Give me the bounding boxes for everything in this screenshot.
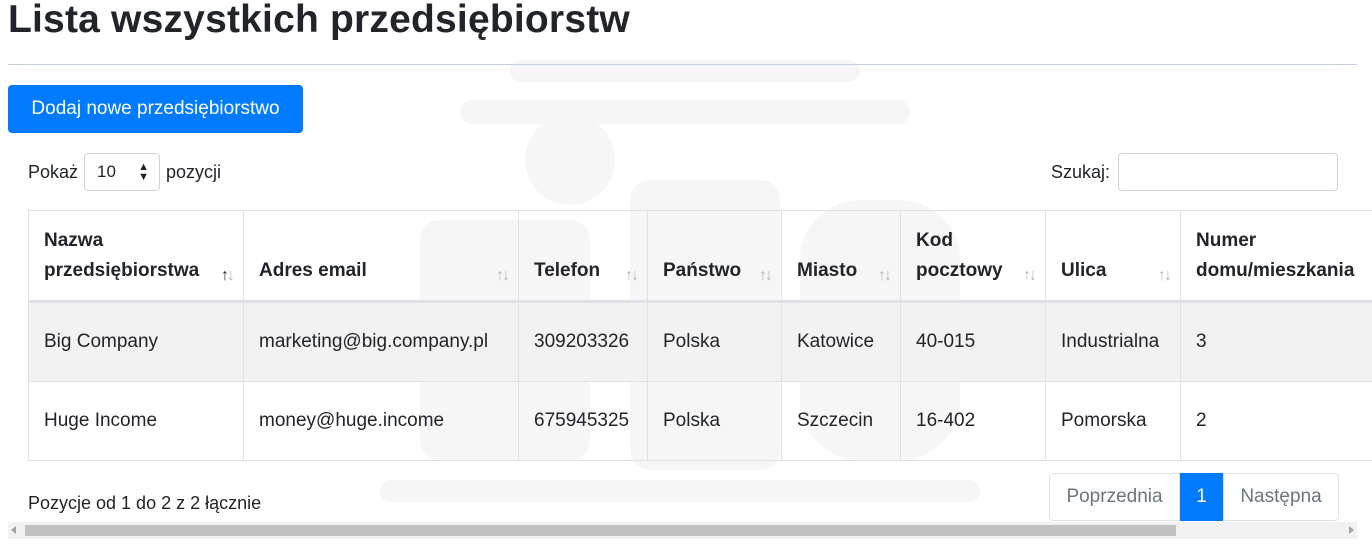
cell-city: Szczecin [781,381,901,461]
column-header-line1: Kod [916,229,953,251]
column-header-line2: domu/mieszkania [1196,259,1355,281]
cell-country: Polska [647,381,782,461]
search-input[interactable] [1118,153,1338,191]
column-header-line2: Telefon [534,259,601,281]
cell-house-number: 3 [1180,301,1372,382]
horizontal-scrollbar[interactable] [8,522,1357,539]
table-info-text: Pozycje od 1 do 2 z 2 łącznie [28,493,262,513]
companies-table-wrapper: Nazwa przedsiębiorstwa ↑↓ Adres email ↑↓ Te… [28,210,1372,463]
column-header-line2: Adres email [259,259,367,281]
cell-city: Katowice [781,301,901,382]
column-header-line1: Numer [1196,229,1257,251]
page-length-value: 10 [97,162,116,181]
sort-icon: ↑↓ [625,267,639,284]
cell-postal-code: 40-015 [900,301,1046,382]
cell-street: Industrialna [1045,301,1181,382]
sort-icon: ↑↓ [759,267,773,284]
pagination: Poprzednia 1 Następna [1049,473,1339,521]
table-row: Huge Income money@huge.income 675945325 … [28,381,1372,461]
page-length-control: Pokaż 10 ▲ ▼ pozycji [28,153,221,191]
sort-icon: ↑↓ [221,267,235,284]
cell-email: marketing@big.company.pl [243,301,519,382]
column-header-postal-code[interactable]: Kod pocztowy ↑↓ [900,210,1046,303]
sort-icon: ↑↓ [1023,267,1037,284]
title-divider [8,64,1357,65]
page-1-button[interactable]: 1 [1180,473,1223,521]
column-header-name[interactable]: Nazwa przedsiębiorstwa ↑↓ [28,210,244,303]
column-header-line2: przedsiębiorstwa [44,259,200,281]
length-prefix-label: Pokaż [28,161,79,182]
cell-country: Polska [647,301,782,382]
column-header-street[interactable]: Ulica ↑↓ [1045,210,1181,303]
column-header-line2: Państwo [663,259,742,281]
cell-house-number: 2 [1180,381,1372,461]
search-control: Szukaj: [1051,153,1338,191]
column-header-line2: Ulica [1061,259,1107,281]
add-company-button[interactable]: Dodaj nowe przedsiębiorstwo [8,85,303,133]
sort-icon: ↑↓ [496,267,510,284]
column-header-line2: pocztowy [916,259,1003,281]
next-page-button[interactable]: Następna [1223,473,1339,521]
cell-postal-code: 16-402 [900,381,1046,461]
cell-email: money@huge.income [243,381,519,461]
companies-table: Nazwa przedsiębiorstwa ↑↓ Adres email ↑↓ Te… [28,210,1372,461]
previous-page-button[interactable]: Poprzednia [1049,473,1180,521]
table-row: Big Company marketing@big.company.pl 309… [28,301,1372,382]
column-header-house-number[interactable]: Numer domu/mieszkania [1180,210,1372,303]
scroll-right-arrow-icon[interactable] [1349,526,1354,534]
column-header-phone[interactable]: Telefon ↑↓ [518,210,648,303]
sort-icon: ↑↓ [878,267,892,284]
search-label: Szukaj: [1050,161,1110,182]
cell-phone: 309203326 [518,301,648,382]
length-suffix-label: pozycji [166,161,222,182]
scroll-left-arrow-icon[interactable] [11,526,16,534]
column-header-email[interactable]: Adres email ↑↓ [243,210,519,303]
cell-street: Pomorska [1045,381,1181,461]
sort-icon: ↑↓ [1158,267,1172,284]
page-title: Lista wszystkich przedsiębiorstw [8,0,630,41]
column-header-line1: Nazwa [44,229,104,251]
table-header-row: Nazwa przedsiębiorstwa ↑↓ Adres email ↑↓ Te… [28,210,1372,303]
page-length-select[interactable]: 10 ▲ ▼ [84,153,161,191]
cell-name: Huge Income [28,381,244,461]
column-header-country[interactable]: Państwo ↑↓ [647,210,782,303]
cell-name: Big Company [28,301,244,382]
select-updown-icon: ▲ ▼ [138,161,150,183]
column-header-line2: Miasto [797,259,858,281]
cell-phone: 675945325 [518,381,648,461]
scrollbar-thumb[interactable] [25,525,1176,536]
column-header-city[interactable]: Miasto ↑↓ [781,210,901,303]
